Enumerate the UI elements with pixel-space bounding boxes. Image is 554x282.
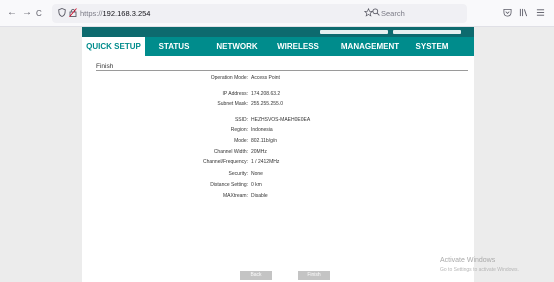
row-label-channel-width: Channel Width: — [213, 149, 248, 155]
row-label-subnet-mask: Subnet Mask: — [217, 101, 248, 107]
activation-watermark-title: Activate Windows — [440, 257, 496, 264]
main-nav: QUICK SETUP STATUS NETWORK WIRELESS MANA… — [82, 37, 474, 56]
row-value-distance-setting: 0 km — [251, 182, 262, 188]
page-margin-right — [474, 27, 554, 282]
row-value-security: None — [251, 171, 263, 177]
pocket-icon[interactable] — [503, 8, 512, 19]
tab-network[interactable]: NETWORK — [206, 37, 268, 56]
row-label-channel-frequency: Channel/Frequency: — [202, 159, 248, 165]
row-label-security: Security: — [228, 171, 248, 177]
row-label-distance-setting: Distance Setting: — [210, 182, 248, 188]
row-value-channel-frequency: 1 / 2412MHz — [251, 159, 280, 165]
finish-button[interactable]: Finish — [298, 271, 330, 280]
section-divider — [96, 70, 468, 71]
url-host: 192.168.3.254 — [102, 9, 151, 18]
header-field — [393, 30, 461, 34]
row-value-maxtream: Disable — [251, 193, 268, 199]
row-value-ssid: HEZHSVOS-MAEH0E0EA — [251, 117, 311, 123]
tab-management[interactable]: MANAGEMENT — [332, 37, 408, 56]
activation-watermark-subtitle: Go to Settings to activate Windows. — [440, 267, 519, 273]
row-label-ip-address: IP Address: — [222, 91, 248, 97]
tab-system[interactable]: SYSTEM — [410, 37, 454, 56]
row-value-subnet-mask: 255.255.255.0 — [251, 101, 283, 107]
row-value-operation-mode: Access Point — [251, 75, 280, 81]
lock-icon — [69, 8, 77, 19]
page-margin-left — [0, 27, 82, 282]
shield-icon — [58, 8, 66, 19]
forward-arrow-icon[interactable]: → — [22, 6, 32, 20]
tab-wireless[interactable]: WIRELESS — [266, 37, 330, 56]
url-scheme: https:// — [80, 9, 103, 18]
row-label-maxtream: MAXtream: — [222, 193, 248, 199]
row-label-mode: Mode: — [234, 138, 248, 144]
url-text: https://192.168.3.254 — [80, 9, 150, 18]
tab-status[interactable]: STATUS — [148, 37, 200, 56]
header-field — [320, 30, 388, 34]
row-label-region: Region: — [230, 127, 248, 133]
tab-quick-setup[interactable]: QUICK SETUP — [82, 37, 145, 56]
reload-icon[interactable]: C — [36, 7, 42, 21]
menu-icon[interactable] — [536, 8, 545, 19]
row-value-ip-address: 174.208.63.2 — [251, 91, 281, 97]
search-icon — [372, 8, 380, 18]
row-label-operation-mode: Operation Mode: — [210, 75, 248, 81]
section-title: Finish — [96, 63, 114, 70]
content-panel — [82, 56, 474, 282]
row-label-ssid: SSID: — [234, 117, 248, 123]
search-input[interactable]: Search — [381, 9, 405, 18]
back-button[interactable]: Back — [240, 271, 272, 280]
library-icon[interactable] — [519, 8, 528, 19]
row-value-region: Indonesia — [251, 127, 273, 133]
back-arrow-icon[interactable]: ← — [7, 6, 17, 20]
row-value-mode: 802.11b/g/n — [251, 138, 278, 144]
row-value-channel-width: 20MHz — [251, 149, 267, 155]
